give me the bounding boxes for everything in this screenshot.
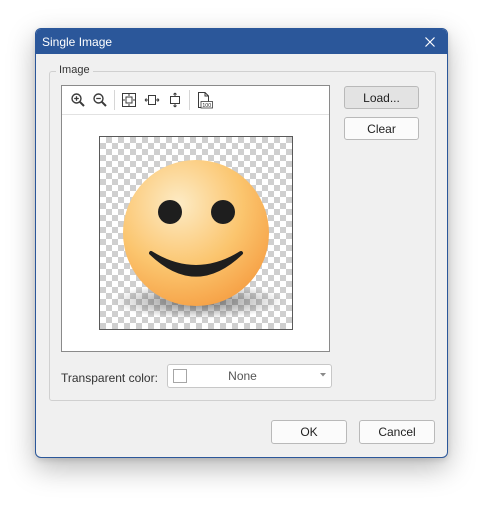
fit-width-icon (144, 95, 160, 105)
smiley-face-image (112, 160, 284, 319)
fit-width-button[interactable] (142, 91, 162, 109)
image-group: Image 100 Load... Clear Transparent colo… (49, 64, 436, 401)
zoom-out-icon (93, 93, 107, 107)
toolbar-separator (114, 90, 115, 110)
close-button[interactable] (413, 29, 447, 54)
clear-button[interactable]: Clear (344, 117, 419, 140)
transparent-color-label: Transparent color: (61, 371, 158, 385)
image-toolbar: 100 (62, 86, 329, 115)
title-bar[interactable]: Single Image (36, 29, 447, 54)
image-canvas (99, 136, 293, 330)
fit-to-window-button[interactable] (119, 91, 139, 109)
zoom-in-button[interactable] (68, 91, 88, 109)
actual-size-100-icon: 100 (198, 92, 213, 109)
transparent-color-dropdown[interactable]: None (167, 364, 332, 388)
image-group-label: Image (56, 64, 93, 76)
fit-window-icon (122, 93, 136, 107)
actual-size-label: 100 (202, 103, 211, 109)
zoom-in-icon (71, 93, 85, 107)
load-button[interactable]: Load... (344, 86, 419, 109)
chevron-down-icon (320, 373, 326, 377)
dialog-title: Single Image (42, 35, 113, 49)
close-icon (425, 36, 435, 47)
fit-height-icon (170, 92, 180, 108)
zoom-out-button[interactable] (90, 91, 110, 109)
single-image-dialog: Single Image Image 100 Load... Clear Tra… (35, 28, 448, 458)
ok-button[interactable]: OK (271, 420, 347, 444)
fit-height-button[interactable] (165, 91, 185, 109)
actual-size-button[interactable]: 100 (194, 91, 214, 109)
image-viewer: 100 (61, 85, 330, 352)
toolbar-separator (189, 90, 190, 110)
transparent-color-value: None (228, 369, 257, 383)
cancel-button[interactable]: Cancel (359, 420, 435, 444)
